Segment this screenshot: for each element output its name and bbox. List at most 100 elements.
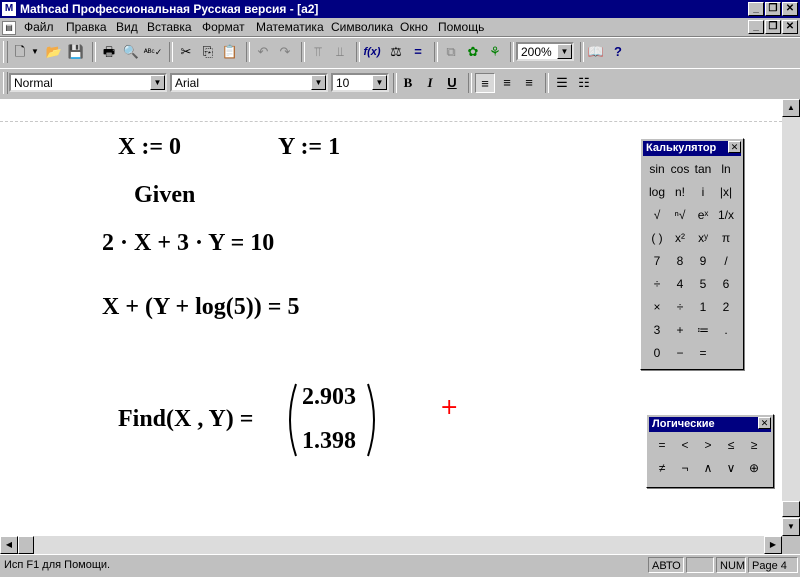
calculator-button[interactable]: x² [669, 228, 691, 248]
new-dropdown-icon[interactable]: ▼ [30, 42, 40, 62]
menu-symbolics[interactable]: Символика [331, 20, 393, 34]
doc-close-button[interactable]: ✕ [782, 20, 798, 34]
zoom-select[interactable]: 200% ▼ [516, 42, 574, 61]
calculator-button[interactable]: / [715, 251, 737, 271]
align-center-icon[interactable]: ≡ [497, 73, 517, 93]
size-grip[interactable] [782, 536, 800, 554]
calculator-button[interactable]: ( ) [646, 228, 668, 248]
logic-close-button[interactable]: ✕ [758, 417, 771, 429]
calculator-button[interactable]: cos [669, 159, 691, 179]
toolbar-grip[interactable] [3, 72, 8, 94]
font-select[interactable]: Arial ▼ [170, 73, 328, 92]
logic-button[interactable]: = [651, 435, 673, 455]
doc-restore-button[interactable]: ❐ [765, 20, 781, 34]
open-icon[interactable]: 📂 [44, 42, 64, 62]
bold-button[interactable]: B [398, 73, 418, 93]
doc-minimize-button[interactable]: _ [748, 20, 764, 34]
minimize-button[interactable]: _ [748, 2, 764, 16]
calculator-button[interactable]: tan [692, 159, 714, 179]
restore-button[interactable]: ❐ [765, 2, 781, 16]
align-down-icon[interactable]: ⫫ [330, 42, 350, 62]
menu-format[interactable]: Формат [202, 20, 245, 34]
calculator-button[interactable]: 5 [692, 274, 714, 294]
spellcheck-icon[interactable]: ᴬᴮᶜ✓ [143, 42, 163, 62]
calculator-button[interactable]: 1 [692, 297, 714, 317]
mathcad-app-icon[interactable]: M [2, 2, 16, 16]
calculator-button[interactable]: log [646, 182, 668, 202]
find-expression[interactable]: Find(X , Y) = [118, 406, 253, 433]
scroll-right-icon[interactable]: ▶ [764, 536, 782, 554]
logic-button[interactable]: ∧ [697, 458, 719, 478]
calculator-button[interactable]: |x| [715, 182, 737, 202]
calculator-button[interactable]: ÷ [669, 297, 691, 317]
calculator-palette[interactable]: Калькулятор ✕ sin cos tan ln log n! i |x| √ ⁿ√ eˣ 1… [640, 138, 744, 370]
paste-icon[interactable]: 📋 [220, 42, 240, 62]
font-size-select[interactable]: 10 ▼ [331, 73, 389, 92]
logic-button[interactable]: > [697, 435, 719, 455]
calculator-button[interactable]: 8 [669, 251, 691, 271]
logic-button[interactable]: ≠ [651, 458, 673, 478]
calculator-button[interactable]: √ [646, 205, 668, 225]
cut-icon[interactable]: ✂ [176, 42, 196, 62]
scroll-up-icon[interactable]: ▲ [782, 99, 800, 117]
resource-center-icon[interactable]: ✿ [463, 42, 483, 62]
align-left-icon[interactable]: ≡ [475, 73, 495, 93]
logic-title[interactable]: Логические [649, 417, 771, 432]
calculator-button[interactable]: 6 [715, 274, 737, 294]
logic-button[interactable]: ¬ [674, 458, 696, 478]
calculator-button[interactable]: ln [715, 159, 737, 179]
menu-view[interactable]: Вид [116, 20, 138, 34]
menu-help[interactable]: Помощь [438, 20, 484, 34]
calculator-close-button[interactable]: ✕ [728, 141, 741, 153]
redo-icon[interactable]: ↷ [275, 42, 295, 62]
new-icon[interactable]: 🗋 [10, 42, 30, 62]
insert-component-icon[interactable]: ⧉ [441, 42, 461, 62]
calculator-button[interactable]: 2 [715, 297, 737, 317]
logic-button[interactable]: ∨ [720, 458, 742, 478]
horizontal-scrollbar[interactable]: ◀ ▶ [0, 536, 782, 554]
chevron-down-icon[interactable]: ▼ [557, 44, 572, 59]
menu-insert[interactable]: Вставка [147, 20, 192, 34]
underline-button[interactable]: U [442, 73, 462, 93]
calculator-button[interactable]: π [715, 228, 737, 248]
calculator-button[interactable]: + [669, 320, 691, 340]
save-icon[interactable]: 💾 [66, 42, 86, 62]
document-icon[interactable]: ▤ [2, 21, 16, 35]
calculator-button[interactable]: 7 [646, 251, 668, 271]
calculator-button[interactable]: 4 [669, 274, 691, 294]
menu-math[interactable]: Математика [256, 20, 324, 34]
vertical-scrollbar[interactable]: ▲ ▼ [782, 99, 800, 536]
scroll-left-icon[interactable]: ◀ [0, 536, 18, 554]
chevron-down-icon[interactable]: ▼ [311, 75, 326, 90]
insert-function-icon[interactable]: f(x) [362, 42, 382, 62]
menu-edit[interactable]: Правка [66, 20, 107, 34]
calculator-button[interactable]: ÷ [646, 274, 668, 294]
logic-button[interactable]: < [674, 435, 696, 455]
calculator-button[interactable]: × [646, 297, 668, 317]
close-button[interactable]: ✕ [782, 2, 798, 16]
calculator-button[interactable]: − [669, 343, 691, 363]
calculate-icon[interactable]: = [408, 42, 428, 62]
hscroll-thumb[interactable] [18, 536, 34, 554]
scroll-down-icon[interactable]: ▼ [782, 518, 800, 536]
toolbar-grip[interactable] [3, 41, 8, 63]
calculator-button[interactable]: 3 [646, 320, 668, 340]
style-select[interactable]: Normal ▼ [9, 73, 167, 92]
book-icon[interactable]: 📖 [586, 42, 606, 62]
given-keyword[interactable]: Given [134, 182, 195, 209]
calculator-button[interactable]: n! [669, 182, 691, 202]
align-right-icon[interactable]: ≡ [519, 73, 539, 93]
equation-1[interactable]: 2 · X + 3 · Y = 10 [102, 230, 274, 257]
logic-palette[interactable]: Логические ✕ = < > ≤ ≥ ≠ ¬ ∧ ∨ ⊕ [646, 414, 774, 488]
x-definition[interactable]: X := 0 [118, 134, 181, 161]
bullets-icon[interactable]: ☰ [552, 73, 572, 93]
result-x[interactable]: 2.903 [302, 384, 356, 411]
calculator-button[interactable]: xʸ [692, 228, 714, 248]
calculator-button[interactable]: 9 [692, 251, 714, 271]
logic-button[interactable]: ⊕ [743, 458, 765, 478]
calculator-button[interactable]: = [692, 343, 714, 363]
calculator-button[interactable]: 0 [646, 343, 668, 363]
menu-window[interactable]: Окно [400, 20, 428, 34]
calculator-button[interactable]: . [715, 320, 737, 340]
calculator-button[interactable]: i [692, 182, 714, 202]
